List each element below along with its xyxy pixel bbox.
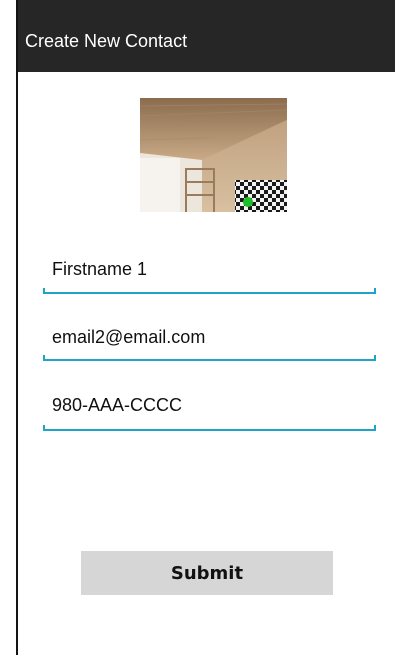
firstname-underline [43, 288, 376, 294]
phone-underline [43, 425, 376, 431]
action-bar: Create New Contact [18, 0, 395, 72]
email-input[interactable] [52, 322, 352, 352]
window-left-edge [16, 0, 18, 655]
page-title: Create New Contact [25, 31, 188, 51]
firstname-field[interactable] [43, 254, 376, 310]
email-field[interactable] [43, 322, 376, 378]
phone-field[interactable] [43, 390, 376, 446]
firstname-input[interactable] [52, 254, 352, 284]
phone-input[interactable] [52, 390, 352, 420]
contact-photo[interactable] [140, 98, 287, 212]
contact-photo-image [140, 98, 287, 212]
submit-button[interactable]: Submit [81, 551, 333, 595]
email-underline [43, 355, 376, 361]
